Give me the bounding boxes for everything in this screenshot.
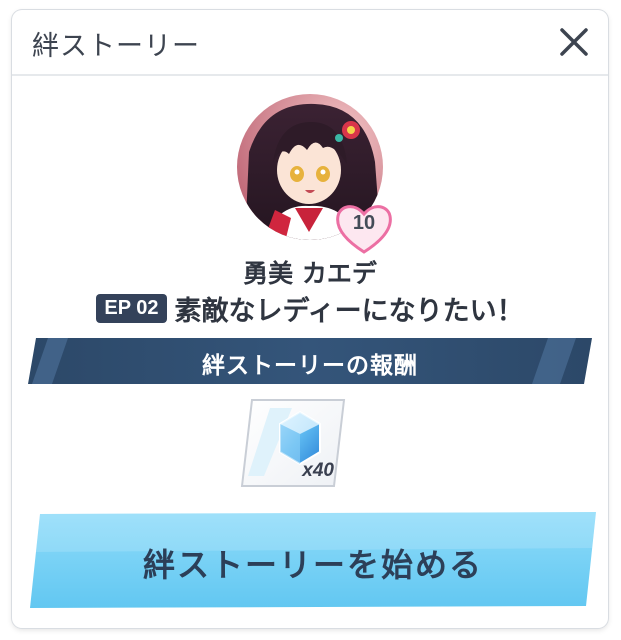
reward-quantity: x40	[302, 460, 334, 481]
episode-title: 素敵なレディーになりたい！	[174, 295, 524, 327]
character-name: 勇美 カエデ	[243, 259, 377, 288]
reward-item[interactable]: x40	[240, 398, 346, 488]
close-button[interactable]	[554, 22, 594, 62]
rewards-banner: 絆ストーリーの報酬	[28, 338, 592, 384]
rewards-heading: 絆ストーリーの報酬	[202, 353, 418, 379]
close-icon	[560, 28, 588, 56]
start-button-label: 絆ストーリーを始める	[142, 546, 483, 584]
dialog-title: 絆ストーリー	[32, 31, 200, 62]
dialog-header: 絆ストーリー	[12, 10, 608, 76]
affinity-heart-badge: 10	[334, 202, 394, 254]
affinity-level: 10	[352, 212, 376, 234]
episode-badge: EP 02	[96, 293, 167, 323]
episode-row: EP 02 素敵なレディーになりたい！	[12, 288, 608, 328]
bond-story-dialog: 絆ストーリー 10 勇美 カエデ EP 02 素敵なレディーになりたい！ 絆スト…	[12, 10, 608, 628]
start-bond-story-button[interactable]: 絆ストーリーを始める	[30, 512, 596, 608]
